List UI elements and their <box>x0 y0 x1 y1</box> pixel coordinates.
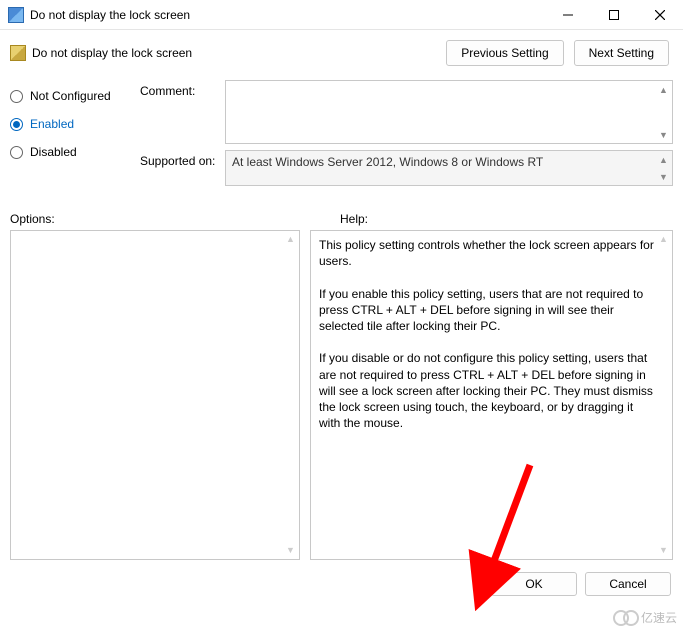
supported-label: Supported on: <box>140 150 225 186</box>
help-panel: This policy setting controls whether the… <box>310 230 673 560</box>
supported-box: At least Windows Server 2012, Windows 8 … <box>225 150 673 186</box>
section-labels: Options: Help: <box>0 210 683 230</box>
scroll-up-icon[interactable]: ▲ <box>656 82 671 97</box>
radio-label: Disabled <box>30 145 77 159</box>
window-title: Do not display the lock screen <box>30 8 545 22</box>
watermark-text: 亿速云 <box>641 609 677 626</box>
radio-icon <box>10 118 23 131</box>
supported-value: At least Windows Server 2012, Windows 8 … <box>232 155 543 169</box>
radio-disabled[interactable]: Disabled <box>10 138 140 166</box>
comment-label: Comment: <box>140 80 225 144</box>
supported-row: Supported on: At least Windows Server 20… <box>140 150 673 186</box>
scroll-down-icon[interactable]: ▼ <box>656 169 671 184</box>
radio-group: Not Configured Enabled Disabled <box>10 76 140 192</box>
radio-icon <box>10 146 23 159</box>
scroll-up-icon[interactable]: ▲ <box>656 232 671 247</box>
titlebar: Do not display the lock screen <box>0 0 683 30</box>
ok-button[interactable]: OK <box>491 572 577 596</box>
radio-label: Not Configured <box>30 89 111 103</box>
watermark: 亿速云 <box>613 609 677 626</box>
policy-window-icon <box>8 7 24 23</box>
radio-label: Enabled <box>30 117 74 131</box>
cancel-button[interactable]: Cancel <box>585 572 671 596</box>
radio-not-configured[interactable]: Not Configured <box>10 82 140 110</box>
help-label: Help: <box>330 212 673 226</box>
bottom-bar: OK Cancel <box>0 560 683 596</box>
options-label: Options: <box>10 212 330 226</box>
radio-icon <box>10 90 23 103</box>
scroll-down-icon[interactable]: ▼ <box>283 543 298 558</box>
comment-row: Comment: ▲ ▼ <box>140 80 673 144</box>
previous-setting-button[interactable]: Previous Setting <box>446 40 563 66</box>
help-text: This policy setting controls whether the… <box>319 237 654 431</box>
maximize-button[interactable] <box>591 0 637 29</box>
scroll-up-icon[interactable]: ▲ <box>656 152 671 167</box>
lower-pane: ▲ ▼ This policy setting controls whether… <box>0 230 683 560</box>
upper-pane: Not Configured Enabled Disabled Comment:… <box>0 76 683 210</box>
window-controls <box>545 0 683 29</box>
minimize-button[interactable] <box>545 0 591 29</box>
policy-icon <box>10 45 26 61</box>
fields-column: Comment: ▲ ▼ Supported on: At least Wind… <box>140 76 673 192</box>
scroll-down-icon[interactable]: ▼ <box>656 127 671 142</box>
radio-enabled[interactable]: Enabled <box>10 110 140 138</box>
next-setting-button[interactable]: Next Setting <box>574 40 669 66</box>
options-panel: ▲ ▼ <box>10 230 300 560</box>
comment-input[interactable]: ▲ ▼ <box>225 80 673 144</box>
header-row: Do not display the lock screen Previous … <box>0 30 683 76</box>
policy-title: Do not display the lock screen <box>32 46 436 60</box>
close-button[interactable] <box>637 0 683 29</box>
watermark-icon <box>623 610 639 626</box>
scroll-down-icon[interactable]: ▼ <box>656 543 671 558</box>
scroll-up-icon[interactable]: ▲ <box>283 232 298 247</box>
